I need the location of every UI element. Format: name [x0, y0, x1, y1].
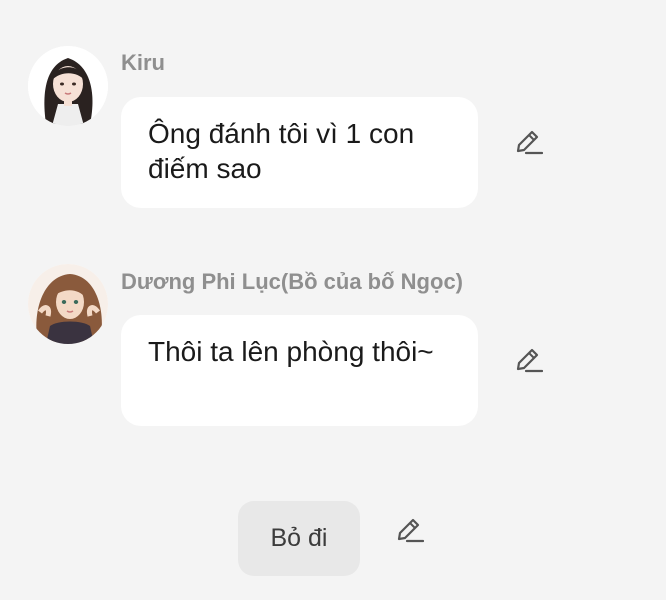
chat-screen: Kiru Ông đánh tôi vì 1 con điếm sao Dươn…: [0, 0, 666, 600]
message-bubble[interactable]: Thôi ta lên phòng thôi~: [121, 315, 478, 426]
pencil-edit-icon[interactable]: [513, 127, 543, 157]
sender-name: Kiru: [121, 50, 165, 75]
message-bubble[interactable]: Ông đánh tôi vì 1 con điếm sao: [121, 97, 478, 208]
girl-dark-hair-avatar-icon: [28, 46, 108, 126]
pencil-edit-icon[interactable]: [394, 515, 424, 545]
discard-button[interactable]: Bỏ đi: [238, 501, 360, 576]
avatar-duong-phi-luc[interactable]: [28, 264, 108, 344]
woman-brown-hair-avatar-icon: [28, 264, 108, 344]
avatar-kiru[interactable]: [28, 46, 108, 126]
sender-name: Dương Phi Lục(Bồ của bố Ngọc): [121, 269, 463, 294]
pencil-edit-icon[interactable]: [513, 345, 543, 375]
